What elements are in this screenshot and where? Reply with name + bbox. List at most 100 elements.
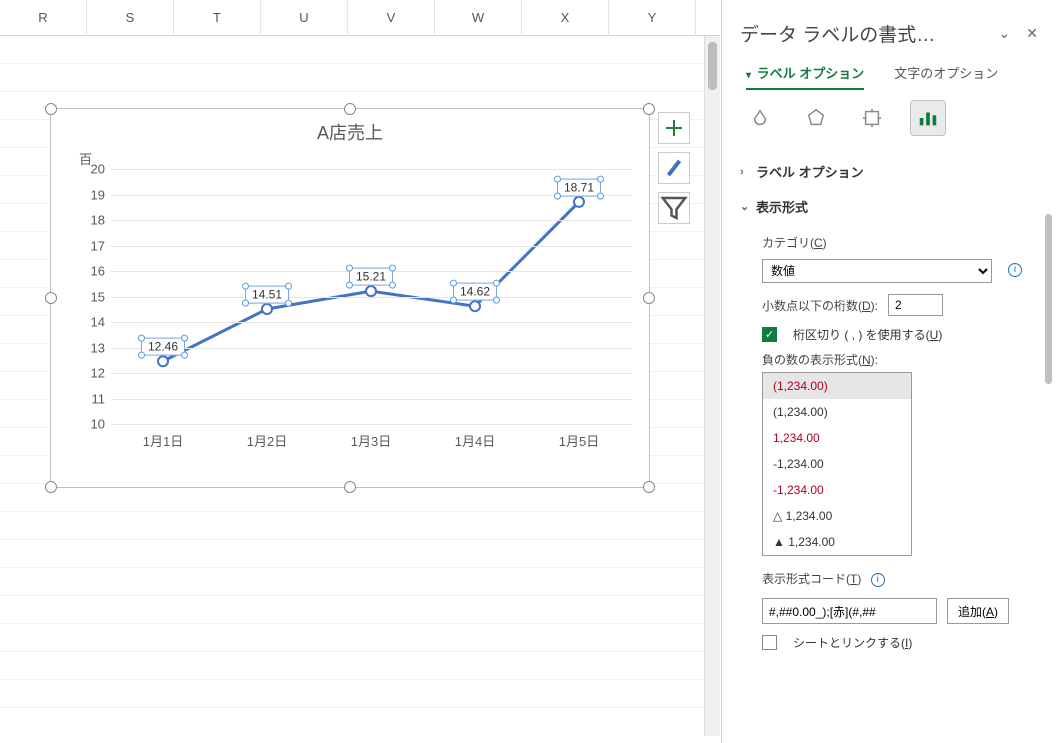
label-selection-handle[interactable]: [285, 300, 292, 307]
label-selection-handle[interactable]: [450, 280, 457, 287]
data-label[interactable]: 18.71: [557, 178, 601, 196]
effects-icon[interactable]: [798, 100, 834, 136]
col-header[interactable]: W: [435, 0, 522, 36]
data-label[interactable]: 14.62: [453, 283, 497, 301]
col-header[interactable]: T: [174, 0, 261, 36]
col-header[interactable]: Y: [609, 0, 696, 36]
y-tick-label: 18: [91, 213, 105, 228]
label-selection-handle[interactable]: [181, 335, 188, 342]
funnel-icon: [659, 193, 689, 223]
vertical-scrollbar[interactable]: [704, 36, 720, 736]
decimal-places-input[interactable]: [888, 294, 943, 316]
data-label[interactable]: 12.46: [141, 338, 185, 356]
negatives-option[interactable]: -1,234.00: [763, 451, 911, 477]
selection-handle[interactable]: [643, 103, 655, 115]
label-selection-handle[interactable]: [242, 283, 249, 290]
col-header[interactable]: X: [522, 0, 609, 36]
thousands-separator-checkbox[interactable]: ✓ 桁区切り ( , ) を使用する(U): [762, 326, 1038, 343]
negatives-option[interactable]: 1,234.00: [763, 425, 911, 451]
decimal-places-label: 小数点以下の桁数(D):: [762, 297, 878, 314]
section-label-options[interactable]: › ラベル オプション: [740, 154, 1038, 189]
close-icon[interactable]: ✕: [1026, 25, 1038, 42]
selection-handle[interactable]: [45, 103, 57, 115]
pane-scrollbar[interactable]: [1042, 210, 1056, 730]
selection-handle[interactable]: [45, 292, 57, 304]
chart-filters-button[interactable]: [658, 192, 690, 224]
negatives-option[interactable]: (1,234.00): [763, 399, 911, 425]
chart-floating-toolbar: [658, 112, 690, 232]
info-icon[interactable]: i: [871, 573, 885, 587]
chevron-right-icon: ›: [740, 166, 750, 178]
format-code-input[interactable]: [762, 598, 937, 624]
label-selection-handle[interactable]: [138, 352, 145, 359]
size-properties-icon[interactable]: [854, 100, 890, 136]
selection-handle[interactable]: [643, 481, 655, 493]
format-code-label: 表示形式コード(T) i: [762, 570, 1038, 588]
label-selection-handle[interactable]: [346, 265, 353, 272]
label-selection-handle[interactable]: [389, 282, 396, 289]
chevron-down-icon[interactable]: ⌄: [999, 25, 1011, 42]
negatives-option[interactable]: -1,234.00: [763, 477, 911, 503]
chart-elements-button[interactable]: [658, 112, 690, 144]
scroll-thumb[interactable]: [1045, 214, 1052, 384]
pane-title: データ ラベルの書式…: [740, 20, 935, 47]
col-header[interactable]: V: [348, 0, 435, 36]
negatives-option[interactable]: ▲ 1,234.00: [763, 529, 911, 555]
brush-icon: [667, 160, 681, 177]
data-label[interactable]: 15.21: [349, 268, 393, 286]
y-tick-label: 14: [91, 315, 105, 330]
tab-text-options[interactable]: 文字のオプション: [894, 63, 998, 90]
label-options-icon[interactable]: [910, 100, 946, 136]
chart-object[interactable]: A店売上 百 2019181716151413121110 12.4614.51…: [50, 108, 650, 488]
negatives-option[interactable]: △ 1,234.00: [763, 503, 911, 529]
x-tick-label: 1月5日: [527, 431, 631, 450]
info-icon[interactable]: i: [1008, 263, 1022, 277]
category-label: カテゴリ(C): [762, 234, 1038, 251]
label-selection-handle[interactable]: [450, 297, 457, 304]
y-tick-label: 10: [91, 417, 105, 432]
label-selection-handle[interactable]: [346, 282, 353, 289]
y-axis: 2019181716151413121110: [71, 169, 109, 424]
label-selection-handle[interactable]: [242, 300, 249, 307]
label-selection-handle[interactable]: [181, 352, 188, 359]
label-selection-handle[interactable]: [389, 265, 396, 272]
selection-handle[interactable]: [643, 292, 655, 304]
y-tick-label: 17: [91, 238, 105, 253]
y-tick-label: 20: [91, 162, 105, 177]
category-select[interactable]: 数値: [762, 259, 992, 283]
x-tick-label: 1月2日: [215, 431, 319, 450]
chart-styles-button[interactable]: [658, 152, 690, 184]
format-pane: データ ラベルの書式… ⌄ ✕ ▾ ラベル オプション 文字のオプション › ラ…: [721, 0, 1056, 743]
data-label[interactable]: 14.51: [245, 286, 289, 304]
col-header[interactable]: R: [0, 0, 87, 36]
label-selection-handle[interactable]: [138, 335, 145, 342]
col-header[interactable]: U: [261, 0, 348, 36]
column-headers: R S T U V W X Y: [0, 0, 720, 36]
scroll-thumb[interactable]: [708, 42, 717, 90]
col-header[interactable]: S: [87, 0, 174, 36]
link-to-sheet-checkbox[interactable]: シートとリンクする(I): [762, 634, 1038, 651]
chevron-down-icon: ⌄: [740, 200, 750, 213]
negatives-listbox[interactable]: (1,234.00)(1,234.00)1,234.00-1,234.00-1,…: [762, 372, 912, 556]
fill-line-icon[interactable]: [742, 100, 778, 136]
selection-handle[interactable]: [344, 103, 356, 115]
negatives-option[interactable]: (1,234.00): [763, 373, 911, 399]
label-selection-handle[interactable]: [554, 175, 561, 182]
plus-icon: [666, 127, 682, 129]
y-tick-label: 11: [92, 391, 106, 406]
y-tick-label: 16: [91, 264, 105, 279]
label-selection-handle[interactable]: [493, 297, 500, 304]
selection-handle[interactable]: [45, 481, 57, 493]
checkbox-icon: [762, 635, 777, 650]
section-number-format[interactable]: ⌄ 表示形式: [740, 189, 1038, 224]
label-selection-handle[interactable]: [554, 192, 561, 199]
plot-area[interactable]: 12.46 14.51 15.21 14.62 18.71: [111, 169, 631, 424]
tab-label-options[interactable]: ▾ ラベル オプション: [746, 63, 864, 90]
label-selection-handle[interactable]: [285, 283, 292, 290]
checkbox-icon: ✓: [762, 327, 777, 342]
label-selection-handle[interactable]: [493, 280, 500, 287]
selection-handle[interactable]: [344, 481, 356, 493]
label-selection-handle[interactable]: [597, 175, 604, 182]
label-selection-handle[interactable]: [597, 192, 604, 199]
add-button[interactable]: 追加(A): [947, 598, 1009, 624]
